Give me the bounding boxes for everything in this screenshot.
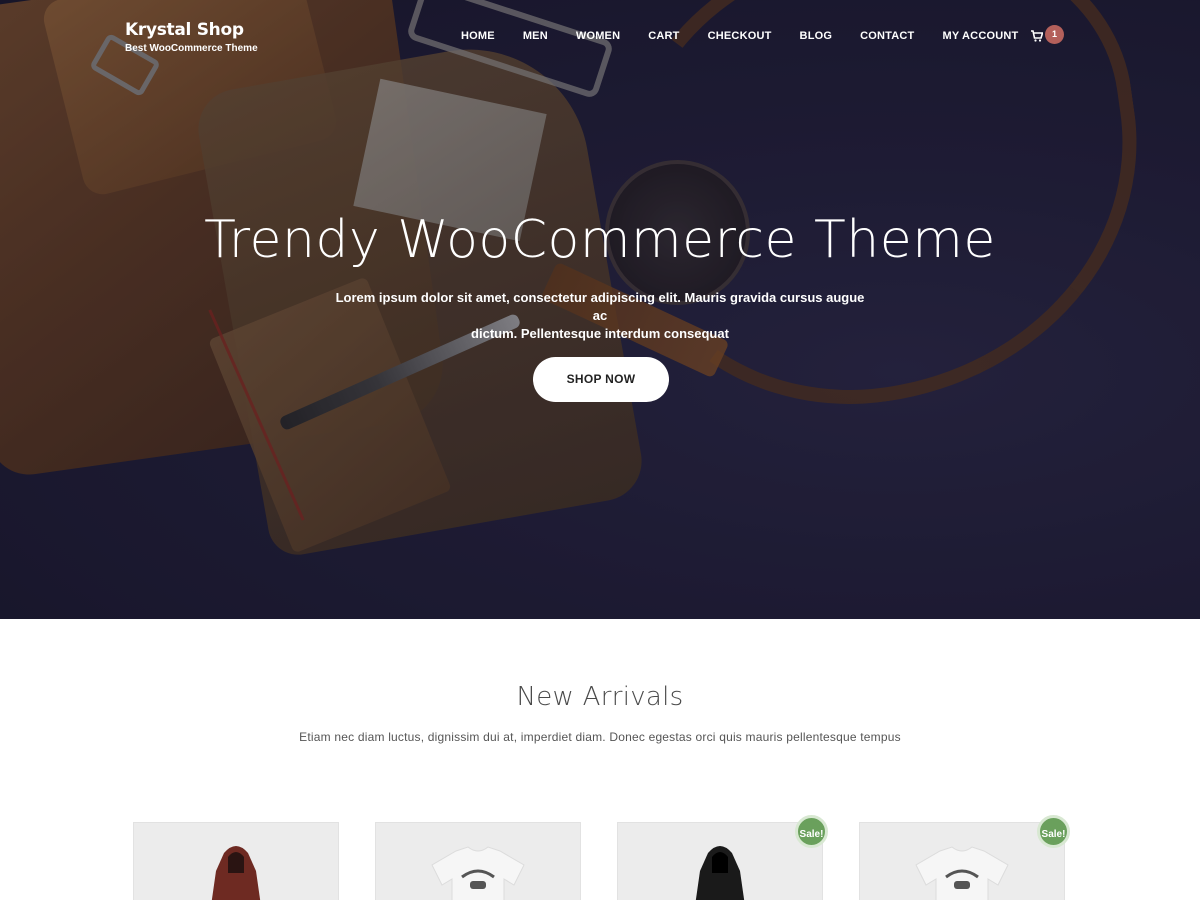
nav-my-account[interactable]: MY ACCOUNT <box>942 30 1018 42</box>
new-arrivals-subtitle: Etiam nec diam luctus, dignissim dui at,… <box>299 730 901 744</box>
nav-men[interactable]: MEN <box>523 30 548 42</box>
product-card[interactable] <box>375 822 581 900</box>
site-title[interactable]: Krystal Shop <box>125 20 258 40</box>
white-tshirt-image <box>915 846 1009 900</box>
nav-blog[interactable]: BLOG <box>800 30 833 42</box>
black-hoodie-image <box>695 846 745 900</box>
nav-women[interactable]: WOMEN <box>576 30 620 42</box>
product-card[interactable] <box>133 822 339 900</box>
cart-icon <box>1031 30 1043 42</box>
nav-home[interactable]: HOME <box>461 30 495 42</box>
hero-subtitle: Lorem ipsum dolor sit amet, consectetur … <box>330 289 870 343</box>
nav-checkout[interactable]: CHECKOUT <box>708 30 772 42</box>
site-tagline: Best WooCommerce Theme <box>125 43 258 54</box>
hero-subtitle-line-1: Lorem ipsum dolor sit amet, consectetur … <box>335 290 865 323</box>
main-navigation: HOME MEN WOMEN CART CHECKOUT BLOG CONTAC… <box>461 30 1046 42</box>
cart-count-badge: 1 <box>1045 25 1064 44</box>
new-arrivals-title: New Arrivals <box>516 682 684 712</box>
header-cart[interactable]: 1 <box>1031 25 1065 48</box>
nav-cart[interactable]: CART <box>648 30 679 42</box>
product-card[interactable] <box>617 822 823 900</box>
hero-title: Trendy WooCommerce Theme <box>204 210 996 270</box>
hero-subtitle-line-2: dictum. Pellentesque interdum consequat <box>471 326 729 341</box>
shop-now-button[interactable]: SHOP NOW <box>533 357 669 402</box>
sale-badge: Sale! <box>795 815 828 848</box>
nav-contact[interactable]: CONTACT <box>860 30 914 42</box>
white-tshirt-image <box>431 846 525 900</box>
product-card[interactable] <box>859 822 1065 900</box>
red-hoodie-image <box>211 846 261 900</box>
site-branding: Krystal Shop Best WooCommerce Theme <box>125 20 258 54</box>
sale-badge: Sale! <box>1037 815 1070 848</box>
